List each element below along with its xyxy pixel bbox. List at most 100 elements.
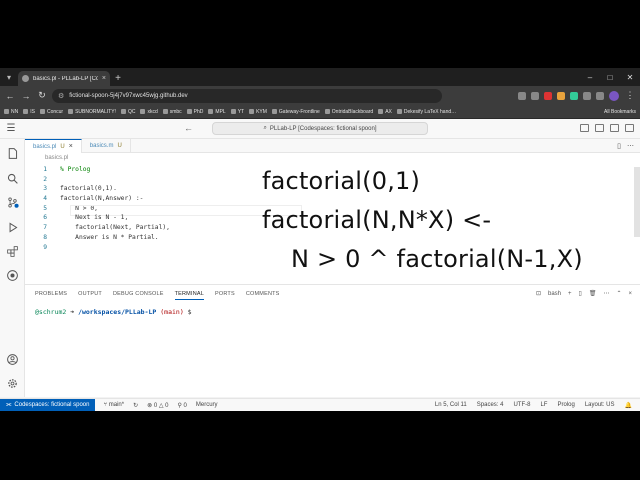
more-actions-icon[interactable]: ⋯ — [627, 142, 634, 150]
extensions-puzzle-icon[interactable] — [583, 91, 591, 100]
cursor-position[interactable]: Ln 5, Col 11 — [435, 402, 467, 409]
toggle-sidebar-icon[interactable] — [580, 124, 589, 132]
toggle-secondary-sidebar-icon[interactable] — [610, 124, 619, 132]
toggle-panel-icon[interactable] — [595, 124, 604, 132]
tab-basics-pl[interactable]: basics.pl U × — [25, 139, 82, 153]
editor-scrollbar[interactable] — [634, 167, 640, 237]
activity-bar — [0, 139, 25, 397]
terminal-arrow: ➜ — [66, 308, 79, 316]
new-terminal-icon[interactable]: + — [568, 291, 572, 297]
status-bar: ⫘ Codespaces: fictional spoon ⑂ main* ↻ … — [0, 398, 640, 411]
extension-icons: ⋮ — [518, 90, 636, 101]
extensions-icon[interactable] — [4, 243, 20, 259]
keyboard-layout[interactable]: Layout: US — [585, 402, 615, 409]
more-actions-icon[interactable]: ⋯ — [603, 290, 609, 297]
bookmark[interactable]: MPL — [208, 109, 226, 115]
status-left: ⑂ main* ↻ ⊗ 0 △ 0 ⚲ 0 Mercury — [95, 402, 217, 409]
tab-output[interactable]: OUTPUT — [78, 291, 102, 300]
install-app-icon[interactable] — [518, 91, 526, 100]
forward-arrow-icon[interactable]: → — [20, 91, 32, 101]
maximize-panel-icon[interactable]: ⌃ — [616, 290, 621, 297]
extension-icon[interactable] — [570, 91, 578, 100]
run-debug-icon[interactable] — [4, 219, 20, 235]
tab-comments[interactable]: COMMENTS — [246, 291, 280, 300]
sidepanel-icon[interactable] — [596, 91, 604, 100]
explorer-icon[interactable] — [4, 145, 20, 161]
tab-debug-console[interactable]: DEBUG CONSOLE — [113, 291, 164, 300]
bookmark[interactable]: KYM — [249, 109, 267, 115]
terminal-output[interactable]: @schrum2 ➜ /workspaces/PLLab-LP (main) $ — [35, 308, 196, 316]
line-ending[interactable]: LF — [540, 402, 547, 409]
bookmark[interactable]: PhD — [186, 109, 203, 115]
editor-tabs: basics.pl U × basics.m U ▯ ⋯ — [25, 139, 640, 153]
notifications-bell-icon[interactable]: 🔔 — [625, 402, 632, 409]
tab-basics-m[interactable]: basics.m U — [82, 139, 131, 153]
bookmark[interactable]: smbc — [162, 109, 182, 115]
maximize-icon[interactable]: □ — [600, 68, 620, 86]
search-icon[interactable] — [4, 170, 20, 186]
bookmarks-bar: NN IS Concur SUBNORMALITY! QC xkcd smbc … — [0, 105, 640, 119]
go-back-icon[interactable]: ← — [184, 123, 193, 133]
close-tab-icon[interactable]: × — [102, 75, 106, 82]
problems-status[interactable]: ⊗ 0 △ 0 — [147, 402, 168, 409]
bookmark[interactable]: YT — [230, 109, 244, 115]
bookmark[interactable]: IS — [23, 109, 35, 115]
bookmark-star-icon[interactable] — [531, 91, 539, 100]
screenshot-frame: ▾ basics.pl - PLLab-LP [Codesp… × + – □ … — [0, 68, 640, 411]
bookmark[interactable]: SUBNORMALITY! — [68, 109, 116, 115]
url-text: fictional-spoon-5j4j7v97xwc45wjg.github.… — [69, 92, 188, 99]
back-arrow-icon[interactable]: ← — [4, 91, 16, 101]
command-center[interactable]: ⌕ PLLab-LP [Codespaces: fictional spoon] — [212, 122, 428, 135]
customize-layout-icon[interactable] — [625, 124, 634, 132]
tab-ports[interactable]: PORTS — [215, 291, 235, 300]
extension-icon[interactable] — [557, 91, 565, 100]
new-tab-button[interactable]: + — [110, 71, 126, 86]
address-bar[interactable]: ⚙ fictional-spoon-5j4j7v97xwc45wjg.githu… — [52, 88, 442, 103]
sync-icon[interactable]: ↻ — [133, 402, 138, 409]
account-icon[interactable] — [4, 351, 20, 367]
bookmark[interactable]: Dekesify LaTeX hand… — [396, 109, 456, 115]
reload-icon[interactable]: ↻ — [36, 90, 48, 101]
tab-problems[interactable]: PROBLEMS — [35, 291, 67, 300]
overlay-line-3: N > 0 ^ factorial(N-1,X) — [291, 245, 583, 273]
bookmark[interactable]: AX — [378, 109, 392, 115]
profile-avatar[interactable] — [609, 90, 619, 101]
ports-status[interactable]: ⚲ 0 — [177, 402, 186, 409]
encoding[interactable]: UTF-8 — [513, 402, 530, 409]
codespaces-favicon-icon — [22, 75, 29, 82]
split-editor-icon[interactable]: ▯ — [617, 142, 621, 150]
settings-gear-icon[interactable] — [4, 375, 20, 391]
remote-indicator[interactable]: ⫘ Codespaces: fictional spoon — [0, 398, 96, 411]
indentation[interactable]: Spaces: 4 — [477, 402, 504, 409]
bookmark[interactable]: OntridaBlackboard — [324, 109, 373, 115]
breadcrumb[interactable]: basics.pl — [45, 155, 68, 161]
more-menu-icon[interactable]: ⋮ — [624, 90, 636, 101]
bookmark[interactable]: QC — [120, 109, 135, 115]
site-info-icon[interactable]: ⚙ — [58, 92, 64, 100]
close-window-icon[interactable]: ✕ — [620, 68, 640, 86]
bookmark[interactable]: xkcd — [140, 109, 158, 115]
split-terminal-icon[interactable]: ▯ — [579, 290, 582, 297]
tab-terminal[interactable]: TERMINAL — [174, 291, 204, 300]
bookmark[interactable]: Gateway-Frontline — [271, 109, 320, 115]
kill-terminal-icon[interactable]: 🗑 — [589, 290, 597, 297]
tab-search-icon[interactable]: ▾ — [0, 68, 18, 86]
bookmark[interactable]: NN — [4, 109, 18, 115]
github-icon[interactable] — [4, 267, 20, 283]
all-bookmarks-button[interactable]: All Bookmarks — [604, 109, 636, 115]
terminal-shell-label[interactable]: bash — [548, 291, 561, 297]
browser-tab[interactable]: basics.pl - PLLab-LP [Codesp… × — [18, 71, 110, 86]
source-control-icon[interactable] — [4, 194, 20, 210]
bookmark[interactable]: Concur — [39, 109, 63, 115]
panel-actions: ⊡ bash + ▯ 🗑 ⋯ ⌃ × — [536, 290, 632, 298]
close-panel-icon[interactable]: × — [628, 291, 632, 297]
menu-icon[interactable]: ☰ — [0, 123, 22, 134]
minimize-icon[interactable]: – — [580, 68, 600, 86]
status-right: Ln 5, Col 11 Spaces: 4 UTF-8 LF Prolog L… — [435, 402, 640, 409]
extension-icon[interactable] — [544, 91, 552, 100]
language-mode[interactable]: Prolog — [557, 402, 574, 409]
branch-status[interactable]: ⑂ main* — [103, 402, 124, 409]
close-tab-icon[interactable]: × — [69, 143, 73, 150]
mercury-status[interactable]: Mercury — [196, 402, 218, 409]
history-nav: ← — [184, 123, 193, 133]
